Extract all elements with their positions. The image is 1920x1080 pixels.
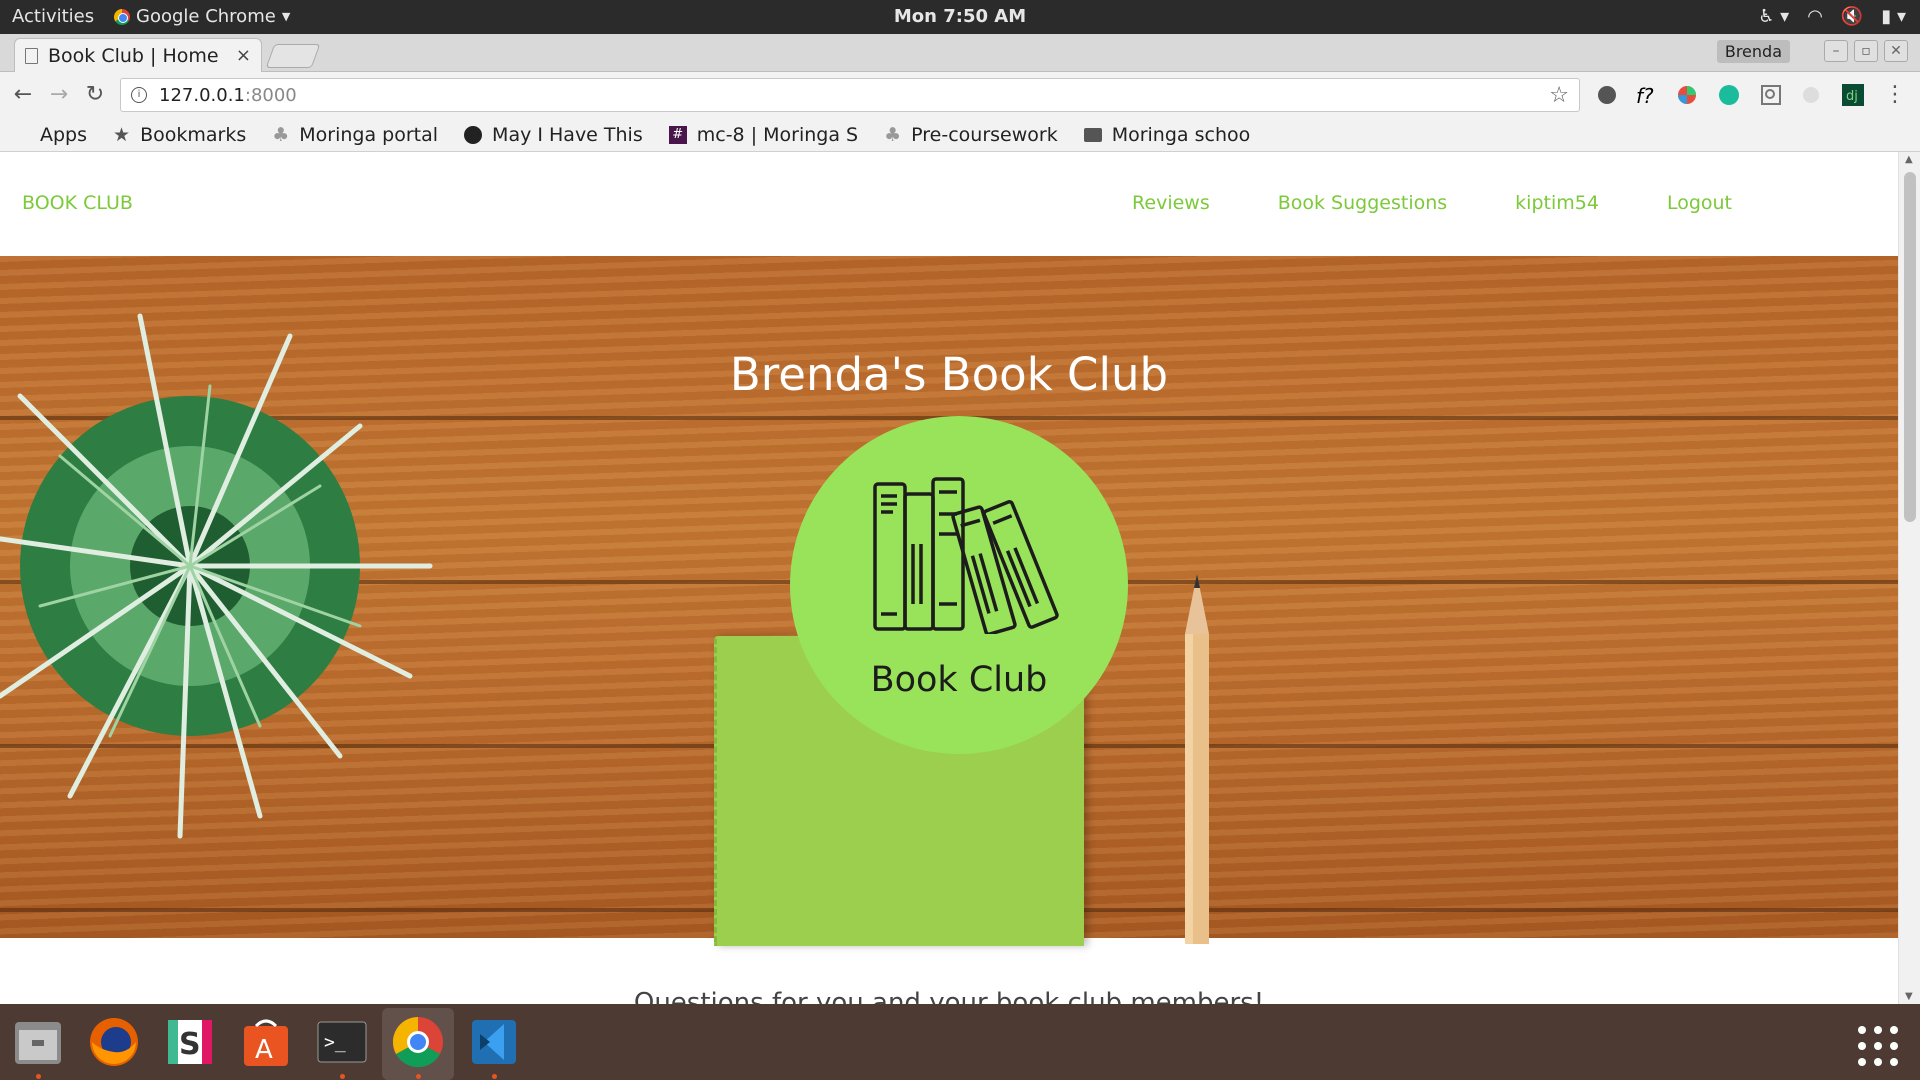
books-icon — [873, 477, 1059, 634]
terminal-icon[interactable]: >_ — [314, 1014, 370, 1070]
accessibility-icon[interactable]: ♿ ▾ — [1758, 6, 1789, 27]
pencil-image — [1185, 574, 1209, 944]
tab-book-club-home[interactable]: Book Club | Home × — [14, 38, 262, 72]
nav-username-link[interactable]: kiptim54 — [1515, 192, 1599, 214]
battery-icon[interactable]: ▮ ▾ — [1881, 6, 1906, 27]
django-icon[interactable]: dj — [1842, 84, 1864, 106]
close-window-icon[interactable]: ✕ — [1884, 40, 1908, 62]
nav-book-suggestions-link[interactable]: Book Suggestions — [1278, 192, 1447, 214]
running-indicator — [340, 1074, 345, 1079]
svg-text:A: A — [255, 1035, 273, 1065]
svg-text:dj: dj — [1846, 89, 1858, 104]
url-port: :8000 — [244, 84, 297, 106]
slack-icon[interactable]: S — [162, 1014, 218, 1070]
system-tray[interactable]: ♿ ▾ ◠ 🔇 ▮ ▾ — [1758, 6, 1906, 27]
app-menu-label: Google Chrome — [136, 6, 276, 27]
running-indicator — [416, 1074, 421, 1079]
bookmark-bookmarks[interactable]: ★ Bookmarks — [113, 124, 246, 146]
volume-muted-icon[interactable]: 🔇 — [1841, 6, 1863, 27]
apps-grid-icon — [12, 126, 30, 144]
maximize-icon[interactable]: ▫ — [1854, 40, 1878, 62]
vscode-icon[interactable] — [466, 1014, 522, 1070]
bookmark-mc8-moringa[interactable]: # mc-8 | Moringa S — [668, 123, 859, 146]
close-icon[interactable]: × — [236, 45, 251, 66]
address-bar[interactable]: i 127.0.0.1 :8000 ☆ — [120, 78, 1580, 112]
svg-text:>_: >_ — [324, 1032, 346, 1053]
minimize-icon[interactable]: – — [1824, 40, 1848, 62]
browser-toolbar: ← → ↻ i 127.0.0.1 :8000 ☆ f? dj ⋮ — [0, 72, 1920, 118]
software-center-icon[interactable]: A — [238, 1014, 294, 1070]
bookmark-label: Pre-coursework — [911, 123, 1058, 146]
menu-kebab-icon[interactable]: ⋮ — [1882, 82, 1908, 108]
profile-button[interactable]: Brenda — [1716, 40, 1790, 63]
reload-icon[interactable]: ↻ — [82, 82, 108, 108]
teal-extension-icon[interactable] — [1718, 84, 1740, 106]
site-brand-link[interactable]: BOOK CLUB — [22, 192, 133, 214]
page-scrollbar[interactable]: ▲ ▼ — [1898, 152, 1920, 1004]
activities-button[interactable]: Activities — [12, 6, 94, 27]
hero-title: Brenda's Book Club — [729, 348, 1169, 401]
chrome-icon — [114, 8, 130, 25]
forward-icon[interactable]: → — [46, 82, 72, 108]
tree-icon: ♣ — [272, 123, 290, 146]
running-indicator — [36, 1074, 41, 1079]
book-club-logo: Book Club — [790, 416, 1128, 754]
bookmark-star-icon[interactable]: ☆ — [1549, 83, 1569, 108]
show-applications-icon[interactable] — [1858, 1026, 1898, 1066]
questions-heading: Questions for you and your book club mem… — [633, 988, 1265, 1004]
tab-title: Book Club | Home — [48, 44, 219, 67]
nav-links: Reviews Book Suggestions kiptim54 Logout — [1132, 192, 1732, 214]
fx-extension-icon[interactable]: f? — [1636, 84, 1658, 108]
tab-strip: Book Club | Home × Brenda – ▫ ✕ — [0, 34, 1920, 72]
chrome-icon[interactable] — [390, 1014, 446, 1070]
scroll-up-icon[interactable]: ▲ — [1905, 154, 1913, 165]
page-icon — [25, 47, 38, 64]
files-icon[interactable] — [10, 1014, 66, 1070]
bookmark-moringa-school[interactable]: Moringa schoo — [1083, 123, 1251, 146]
star-icon: ★ — [113, 123, 131, 146]
bookmark-apps[interactable]: Apps — [12, 124, 87, 146]
bookmark-pre-coursework[interactable]: ♣ Pre-coursework — [884, 124, 1058, 146]
bookmark-label: Apps — [40, 123, 88, 146]
taskbar-dock: S A >_ — [0, 1004, 1920, 1080]
evernote-icon[interactable] — [1596, 84, 1618, 106]
chevron-down-icon: ▼ — [281, 10, 291, 23]
back-icon[interactable]: ← — [10, 82, 36, 108]
search-extension-icon[interactable] — [1760, 84, 1782, 106]
color-wheel-icon[interactable] — [1676, 84, 1698, 106]
hero-banner: Brenda's Book Club Book Club — [0, 256, 1898, 946]
firefox-icon[interactable] — [86, 1014, 142, 1070]
tree-icon: ♣ — [884, 123, 902, 146]
running-indicator — [492, 1074, 497, 1079]
bookmark-label: Moringa schoo — [1111, 123, 1251, 146]
url-host: 127.0.0.1 — [159, 84, 245, 106]
bookmark-label: Bookmarks — [140, 123, 247, 146]
wifi-icon[interactable]: ◠ — [1807, 6, 1823, 27]
bookmark-moringa-portal[interactable]: ♣ Moringa portal — [272, 124, 438, 146]
scrollbar-thumb[interactable] — [1904, 172, 1916, 522]
folder-icon — [1083, 127, 1102, 142]
scroll-down-icon[interactable]: ▼ — [1905, 991, 1913, 1002]
app-menu[interactable]: Google Chrome ▼ — [114, 6, 290, 27]
webpage: BOOK CLUB Reviews Book Suggestions kipti… — [0, 152, 1898, 1004]
logo-caption: Book Club — [870, 660, 1048, 700]
info-icon[interactable]: i — [131, 87, 147, 103]
grey-extension-icon[interactable] — [1800, 84, 1822, 106]
new-tab-button[interactable] — [265, 44, 321, 68]
system-top-bar: Activities Google Chrome ▼ Mon 7:50 AM ♿… — [0, 0, 1920, 34]
slack-hash-icon: # — [668, 125, 687, 144]
bookmark-label: May I Have This — [492, 123, 643, 146]
nav-logout-link[interactable]: Logout — [1667, 192, 1732, 214]
nav-reviews-link[interactable]: Reviews — [1132, 192, 1210, 214]
bookmark-label: mc-8 | Moringa S — [696, 123, 859, 146]
spotify-icon — [464, 125, 483, 144]
bookmark-label: Moringa portal — [299, 123, 439, 146]
svg-text:S: S — [179, 1027, 201, 1062]
bookmark-may-i-have-this[interactable]: May I Have This — [464, 124, 643, 146]
site-navbar: BOOK CLUB Reviews Book Suggestions kipti… — [0, 152, 1898, 256]
bookmarks-bar: Apps ★ Bookmarks ♣ Moringa portal May I … — [0, 118, 1920, 152]
